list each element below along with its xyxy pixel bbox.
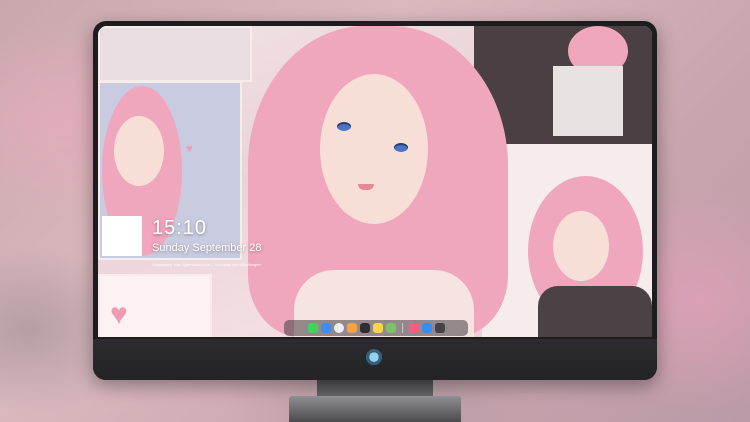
- safari-icon[interactable]: [333, 323, 344, 333]
- monitor-chin: [93, 339, 657, 380]
- wallpaper-right-face: [553, 211, 609, 281]
- music-icon[interactable]: [408, 323, 419, 333]
- brand-logo-icon: [365, 349, 383, 367]
- lock-screen-note: Hinweistext zum Sperrbildschirm – Vorsch…: [152, 262, 261, 267]
- lock-screen-date: Sunday September 28: [152, 242, 262, 254]
- screen: ♥ ♥ 15:10 Sunday September 28 Hinweistex…: [98, 26, 652, 337]
- wallpaper-panel-top-left: [98, 26, 252, 82]
- app-store-icon[interactable]: [421, 323, 432, 333]
- heart-icon: ♥: [186, 143, 193, 155]
- wallpaper-left-shirt: [102, 216, 142, 256]
- wallpaper-center-right-eye: [394, 143, 408, 152]
- photos-icon[interactable]: [346, 323, 357, 333]
- monitor: ♥ ♥ 15:10 Sunday September 28 Hinweistex…: [93, 21, 657, 380]
- wallpaper-center-face: [320, 74, 428, 224]
- wallpaper-right-jacket: [538, 286, 652, 337]
- lock-screen-clock: 15:10: [152, 217, 208, 239]
- clapper-icon[interactable]: [359, 323, 370, 333]
- camera-icon[interactable]: [434, 323, 445, 333]
- dock-separator: [401, 323, 403, 333]
- calendar-icon[interactable]: [385, 323, 396, 333]
- heart-icon: ♥: [110, 298, 128, 331]
- wallpaper-center-left-eye: [337, 122, 351, 131]
- wallpaper-topright-shirt: [553, 66, 623, 136]
- messages-icon[interactable]: [307, 323, 318, 333]
- finder-icon[interactable]: [320, 323, 331, 333]
- monitor-stand-base: [289, 396, 461, 422]
- dock: [284, 320, 468, 336]
- wallpaper-left-face: [114, 116, 164, 186]
- notes-icon[interactable]: [372, 323, 383, 333]
